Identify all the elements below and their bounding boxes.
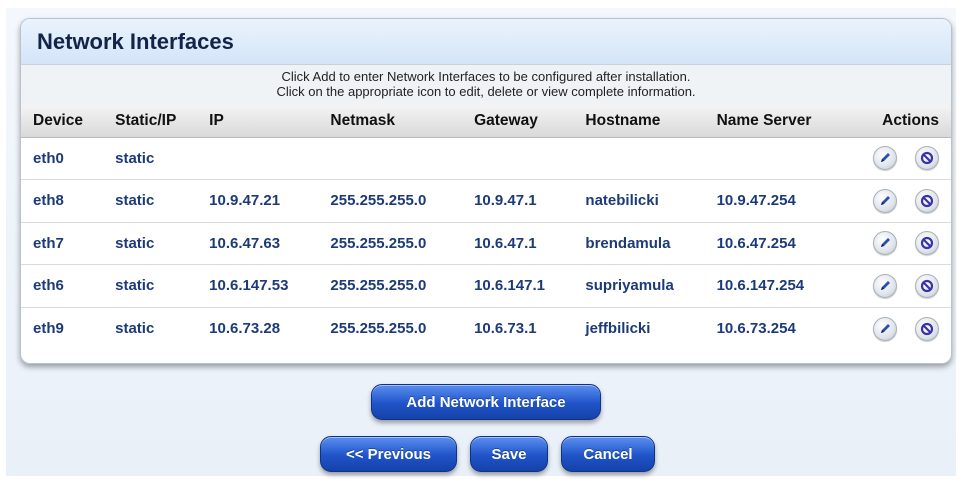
instructions-line-1: Click Add to enter Network Interfaces to… [281,69,691,84]
cell-mode: static [103,264,198,308]
cell-nameserver: 10.9.47.254 [704,179,843,223]
edit-icon[interactable] [873,273,897,298]
add-network-interface-button[interactable]: Add Network Interface [371,384,601,420]
cell-ip [197,137,319,180]
column-header-hostname[interactable]: Hostname [573,105,705,138]
table-row: eth0 static [21,137,951,180]
cell-actions [842,137,951,180]
column-header-static-ip[interactable]: Static/IP [103,105,198,138]
panel-header: Network Interfaces [21,19,951,65]
delete-icon[interactable] [915,316,939,341]
cell-actions [842,264,951,308]
cell-nameserver: 10.6.147.254 [704,264,843,308]
cell-actions [843,307,951,350]
cell-nameserver [704,137,843,180]
cell-mode: static [103,179,198,223]
cell-mode: static [103,222,198,265]
interfaces-table: Device Static/IP IP Netmask Gateway Host… [21,105,951,350]
cell-gateway [462,137,574,180]
cell-gateway: 10.9.47.1 [462,179,574,223]
cell-ip: 10.9.47.21 [197,179,319,223]
edit-icon[interactable] [873,231,897,256]
cell-device: eth8 [21,179,104,223]
cell-ip: 10.6.147.53 [197,264,319,308]
previous-button[interactable]: << Previous [320,436,457,472]
cell-ip: 10.6.73.28 [209,320,281,337]
cell-ip: 10.6.47.63 [197,222,319,265]
cell-hostname: supriyamula [573,264,705,308]
table-header-row: Device Static/IP IP Netmask Gateway Host… [21,105,951,138]
column-header-actions: Actions [842,105,951,138]
column-header-netmask[interactable]: Netmask [318,105,463,138]
save-button[interactable]: Save [470,436,548,472]
delete-icon[interactable] [915,231,939,256]
cell-mode: static [115,320,155,337]
cell-actions [842,222,951,265]
cell-nameserver: 10.6.47.254 [704,222,843,265]
column-header-device[interactable]: Device [21,105,104,138]
cell-netmask: 255.255.255.0 [318,264,463,308]
table-row: eth6 static 10.6.147.53 255.255.255.0 10.6.1… [21,264,951,308]
cell-gateway: 10.6.47.1 [462,222,574,265]
cell-gateway: 10.6.73.1 [474,320,537,337]
delete-icon[interactable] [915,273,939,298]
cell-device: eth0 [21,137,104,180]
cell-hostname: brendamula [573,222,705,265]
delete-icon[interactable] [915,146,939,171]
cell-hostname [573,137,705,180]
cell-mode: static [103,137,198,180]
page-title: Network Interfaces [37,29,234,54]
column-header-gateway[interactable]: Gateway [462,105,574,138]
table-row: eth8 static 10.9.47.21 255.255.255.0 10.9.47… [21,179,951,223]
cell-netmask: 255.255.255.0 [318,222,463,265]
instructions-line-2: Click on the appropriate icon to edit, d… [276,84,696,99]
cell-nameserver: 10.6.73.254 [716,320,796,337]
cell-gateway: 10.6.147.1 [462,264,574,308]
table-row: eth7 static 10.6.47.63 255.255.255.0 10.6.47… [21,222,951,265]
network-interfaces-panel: Network Interfaces Click Add to enter Ne… [20,18,952,364]
cell-device: eth9 [33,320,64,337]
cell-device: eth7 [21,222,104,265]
edit-icon[interactable] [873,188,897,213]
cell-netmask: 255.255.255.0 [318,179,463,223]
cancel-button[interactable]: Cancel [561,436,655,472]
delete-icon[interactable] [915,188,939,213]
edit-icon[interactable] [873,316,897,341]
edit-icon[interactable] [873,146,897,171]
column-header-ip[interactable]: IP [197,105,319,138]
cell-hostname: natebilicki [573,179,705,223]
instructions: Click Add to enter Network Interfaces to… [21,65,951,105]
cell-netmask [318,137,463,180]
cell-device: eth6 [21,264,104,308]
table-row: eth9 static 10.6.73.28 255.255.255.0 10.6.73… [21,307,951,350]
cell-netmask: 255.255.255.0 [330,320,427,337]
cell-actions [842,179,951,223]
column-header-name-server[interactable]: Name Server [704,105,843,138]
cell-hostname: jeffbilicki [585,320,651,337]
